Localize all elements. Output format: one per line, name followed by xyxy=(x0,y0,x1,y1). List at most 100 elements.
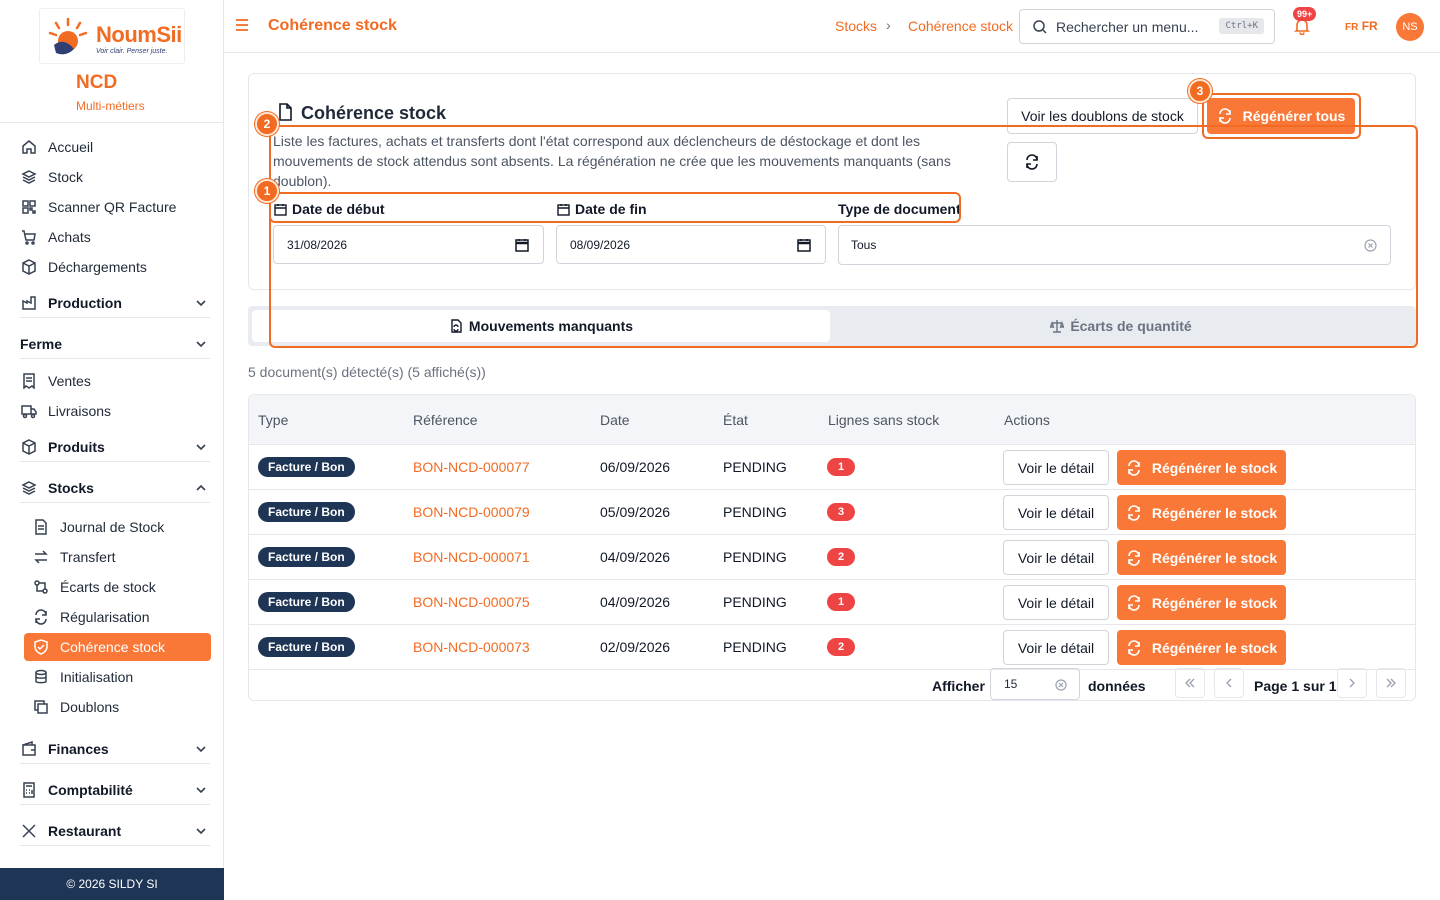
button-label: Régénérer le stock xyxy=(1151,459,1278,476)
view-detail-button[interactable]: Voir le détail xyxy=(1003,630,1109,665)
page-size-select[interactable]: 15 xyxy=(990,668,1080,700)
menu-icon[interactable] xyxy=(234,17,250,33)
chevron-down-icon xyxy=(196,444,206,451)
sidebar-group-produits[interactable]: Produits xyxy=(20,432,210,462)
chevron-down-icon xyxy=(196,787,206,794)
company-subtitle: Multi-métiers xyxy=(76,99,145,113)
chevron-down-icon xyxy=(196,746,206,753)
sidebar-group-label: Ferme xyxy=(20,335,63,352)
sidebar-group-label: Restaurant xyxy=(48,822,122,839)
button-label: Régénérer le stock xyxy=(1151,639,1278,656)
refresh-icon xyxy=(32,608,50,626)
sidebar-footer: © 2026 SILDY SI xyxy=(0,868,224,900)
sidebar-group-stocks[interactable]: Stocks xyxy=(20,473,210,503)
search-box[interactable]: Ctrl+K xyxy=(1019,9,1275,44)
sidebar-item-label: Scanner QR Facture xyxy=(48,199,177,215)
reference-link[interactable]: BON-NCD-000079 xyxy=(413,504,530,520)
language-code: FR xyxy=(1361,19,1378,33)
result-count: 5 document(s) détecté(s) (5 affiché(s)) xyxy=(248,364,486,380)
avatar[interactable]: NS xyxy=(1396,13,1424,41)
chevron-up-icon xyxy=(196,484,206,491)
sidebar-group-ferme[interactable]: Ferme xyxy=(20,329,210,359)
sidebar-sub-regularisation[interactable]: Régularisation xyxy=(32,605,150,629)
type-badge: Facture / Bon xyxy=(258,592,355,612)
type-badge: Facture / Bon xyxy=(258,502,355,522)
layers-icon xyxy=(20,168,38,186)
sidebar-sub-ecarts[interactable]: Écarts de stock xyxy=(32,575,156,599)
page-info: Page 1 sur 1 xyxy=(1254,678,1337,694)
regenerate-stock-button[interactable]: Régénérer le stock xyxy=(1117,450,1286,485)
missing-lines-badge: 1 xyxy=(827,458,855,476)
next-page-button[interactable] xyxy=(1337,668,1367,698)
sidebar-group-comptabilite[interactable]: Comptabilité xyxy=(20,775,210,805)
database-icon xyxy=(32,668,50,686)
sidebar-item-label: Cohérence stock xyxy=(60,639,166,655)
regenerate-stock-button[interactable]: Régénérer le stock xyxy=(1117,630,1286,665)
column-header-state[interactable]: État xyxy=(723,412,748,428)
sidebar-item-label: Doublons xyxy=(60,699,120,715)
qr-icon xyxy=(20,198,38,216)
view-detail-button[interactable]: Voir le détail xyxy=(1003,495,1109,530)
sidebar-item-accueil[interactable]: Accueil xyxy=(20,135,93,159)
view-detail-button[interactable]: Voir le détail xyxy=(1003,585,1109,620)
column-header-date[interactable]: Date xyxy=(600,412,630,428)
logo-name: NoumSii xyxy=(96,22,182,47)
sidebar-sub-journal[interactable]: Journal de Stock xyxy=(32,515,164,539)
document-icon xyxy=(279,103,292,121)
column-header-missing-lines[interactable]: Lignes sans stock xyxy=(828,412,939,428)
sidebar-group-finances[interactable]: Finances xyxy=(20,734,210,764)
table-row: Facture / Bon BON-NCD-000079 05/09/2026 … xyxy=(249,490,1415,535)
reference-link[interactable]: BON-NCD-000071 xyxy=(413,549,530,565)
breadcrumb-stocks[interactable]: Stocks xyxy=(835,18,877,34)
language-switch[interactable]: FR FR xyxy=(1345,19,1378,33)
sidebar-group-production[interactable]: Production xyxy=(20,288,210,318)
row-date: 04/09/2026 xyxy=(600,549,671,565)
truck-icon xyxy=(20,402,38,420)
sidebar-group-label: Produits xyxy=(48,438,105,455)
view-detail-button[interactable]: Voir le détail xyxy=(1003,450,1109,485)
sidebar-sub-initialisation[interactable]: Initialisation xyxy=(32,665,133,689)
first-page-button[interactable] xyxy=(1175,668,1205,698)
sidebar-item-achats[interactable]: Achats xyxy=(20,225,91,249)
sidebar-item-scanner-qr[interactable]: Scanner QR Facture xyxy=(20,195,176,219)
view-detail-button[interactable]: Voir le détail xyxy=(1003,540,1109,575)
column-header-reference[interactable]: Référence xyxy=(413,412,478,428)
sidebar-group-restaurant[interactable]: Restaurant xyxy=(20,816,210,846)
sidebar-sub-transfert[interactable]: Transfert xyxy=(32,545,116,569)
sidebar-sub-doublons[interactable]: Doublons xyxy=(32,695,119,719)
column-header-type[interactable]: Type xyxy=(258,412,288,428)
last-page-button[interactable] xyxy=(1376,668,1406,698)
clear-icon[interactable] xyxy=(1055,679,1067,691)
layers-icon xyxy=(20,479,38,497)
regenerate-stock-button[interactable]: Régénérer le stock xyxy=(1117,540,1286,575)
chevrons-left-icon xyxy=(1185,678,1195,688)
search-input[interactable] xyxy=(1056,18,1206,35)
button-label: Régénérer le stock xyxy=(1151,504,1278,521)
chevron-down-icon xyxy=(196,300,206,307)
sidebar-item-label: Journal de Stock xyxy=(60,519,165,535)
row-state: PENDING xyxy=(723,459,787,475)
regenerate-stock-button[interactable]: Régénérer le stock xyxy=(1117,495,1286,530)
sidebar-item-label: Livraisons xyxy=(48,403,112,419)
refresh-icon xyxy=(1128,504,1140,521)
sidebar-item-dechargements[interactable]: Déchargements xyxy=(20,255,147,279)
page-size-suffix: données xyxy=(1088,678,1146,694)
reference-link[interactable]: BON-NCD-000073 xyxy=(413,639,530,655)
type-badge: Facture / Bon xyxy=(258,547,355,567)
annotation-marker-1: 1 xyxy=(255,179,279,203)
sidebar-item-livraisons[interactable]: Livraisons xyxy=(20,399,111,423)
logo[interactable]: NoumSii Voir clair. Penser juste. xyxy=(39,8,185,64)
sidebar-sub-coherence[interactable]: Cohérence stock xyxy=(24,633,211,661)
row-state: PENDING xyxy=(723,549,787,565)
reference-link[interactable]: BON-NCD-000077 xyxy=(413,459,530,475)
documents-table: Type Référence Date État Lignes sans sto… xyxy=(248,394,1416,701)
sidebar-item-stock[interactable]: Stock xyxy=(20,165,83,189)
sidebar-item-label: Initialisation xyxy=(60,669,134,685)
row-date: 05/09/2026 xyxy=(600,504,671,520)
chevrons-right-icon xyxy=(1386,678,1396,688)
sidebar-item-ventes[interactable]: Ventes xyxy=(20,369,91,393)
home-icon xyxy=(20,138,38,156)
previous-page-button[interactable] xyxy=(1214,668,1244,698)
reference-link[interactable]: BON-NCD-000075 xyxy=(413,594,530,610)
regenerate-stock-button[interactable]: Régénérer le stock xyxy=(1117,585,1286,620)
